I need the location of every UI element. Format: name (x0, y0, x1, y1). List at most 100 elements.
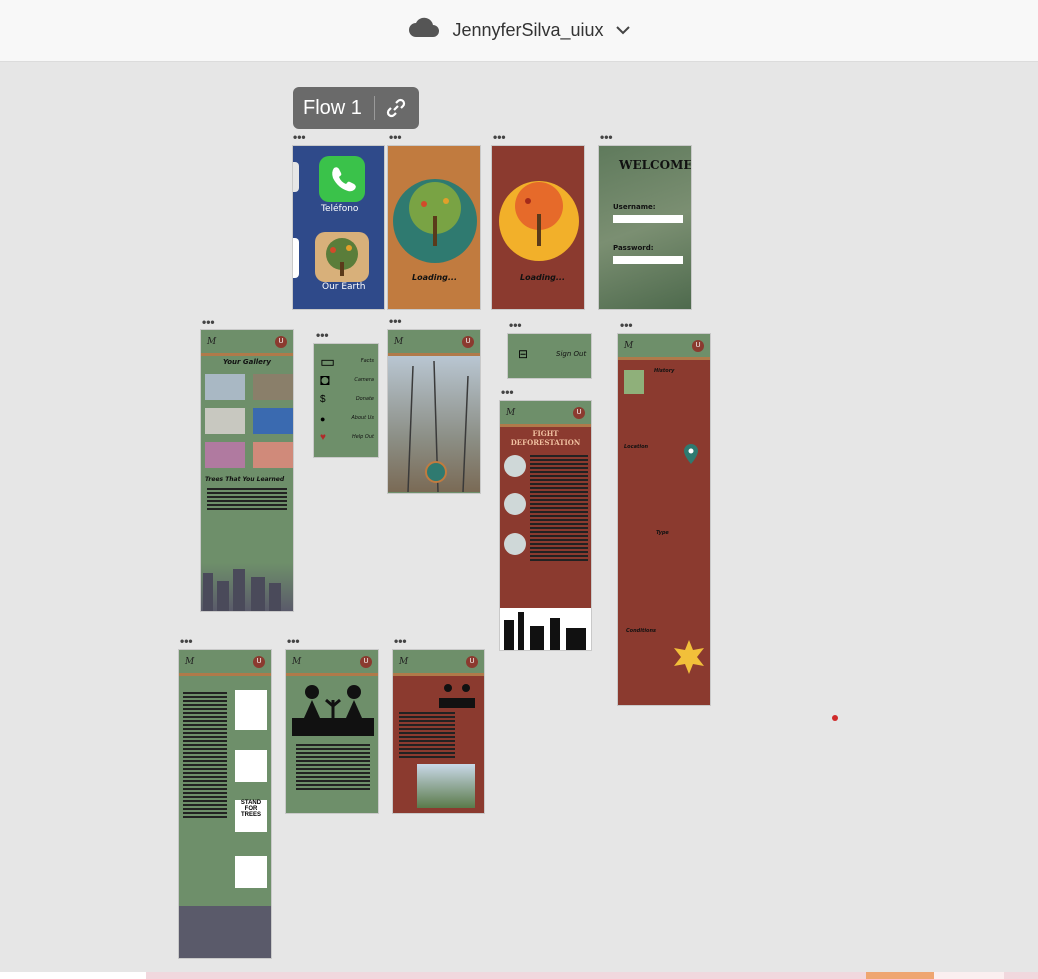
artboard-signout[interactable]: ⊟ Sign Out (507, 333, 592, 379)
cloud-icon (408, 17, 440, 44)
placeholder-text (296, 742, 370, 792)
gallery-photo[interactable] (253, 442, 293, 468)
flow-chip[interactable]: Flow 1 (293, 87, 419, 129)
chevron-down-icon[interactable] (615, 22, 630, 40)
fact-icon (504, 455, 526, 477)
artboard-menu[interactable]: ▭ Facts ◘ Camera $ Donate ● About Us ♥ Help O… (313, 343, 379, 458)
menu-item-about[interactable]: ● About Us (320, 409, 374, 428)
artboard-gallery[interactable]: MU Your Gallery Trees That You Learned (200, 329, 294, 612)
fact-icon (504, 533, 526, 555)
app-label-phone: Teléfono (321, 204, 359, 214)
artboard-camera[interactable]: MU (387, 329, 481, 494)
gallery-photo[interactable] (205, 408, 245, 434)
artboard-menu-icon[interactable]: ••• (287, 635, 300, 647)
city-skyline-footer (179, 906, 271, 958)
artboard-menu-icon[interactable]: ••• (509, 319, 522, 331)
app-label-our-earth: Our Earth (322, 282, 366, 292)
skyline-footer (500, 608, 591, 650)
placeholder-text (530, 453, 588, 563)
artboard-about[interactable]: MU (285, 649, 379, 814)
deforestation-title: FIGHT DEFORESTATION (510, 429, 581, 447)
password-input[interactable] (613, 256, 683, 264)
facts-icon: ▭ (320, 353, 336, 371)
flow-label[interactable]: Flow 1 (293, 97, 374, 120)
app-header: MU (388, 330, 480, 356)
menu-list: ▭ Facts ◘ Camera $ Donate ● About Us ♥ Help O… (314, 344, 378, 447)
welcome-title: WELCOME (619, 158, 692, 172)
app-header: MU (500, 401, 591, 427)
app-header: MU (179, 650, 271, 676)
stand-for-trees-logo[interactable]: STAND FOR TREES (235, 800, 267, 832)
app-header: MU (618, 334, 710, 360)
gallery-photo[interactable] (253, 408, 293, 434)
park-photo[interactable] (417, 764, 475, 808)
gallery-title: Your Gallery (223, 358, 271, 366)
artboard-loading-2[interactable]: Loading... (491, 145, 585, 310)
artboard-loading-1[interactable]: Loading... (387, 145, 481, 310)
artboard-menu-icon[interactable]: ••• (316, 329, 329, 341)
artboard-menu-icon[interactable]: ••• (501, 386, 514, 398)
artboard-menu-icon[interactable]: ••• (180, 635, 193, 647)
charity-logo[interactable] (235, 690, 267, 730)
camera-icon: ◘ (320, 371, 330, 389)
partial-app-icon (293, 238, 299, 278)
bottom-segment (0, 972, 146, 979)
loading-text: Loading... (412, 273, 457, 282)
charity-logo[interactable] (235, 750, 267, 782)
username-label: Username: (613, 203, 656, 211)
username-input[interactable] (613, 215, 683, 223)
menu-item-camera[interactable]: ◘ Camera (320, 371, 374, 390)
partial-app-icon (293, 162, 299, 192)
menu-item-help[interactable]: ♥ Help Out (320, 428, 374, 447)
gallery-section-title: Trees That You Learned (205, 476, 285, 483)
app-header: MU (201, 330, 293, 356)
section-conditions: Conditions (626, 628, 657, 634)
map-pin-icon (684, 444, 698, 469)
charity-logo[interactable] (235, 856, 267, 888)
artboard-menu-icon[interactable]: ••• (600, 131, 613, 143)
gallery-grid (201, 366, 293, 476)
artboard-menu-icon[interactable]: ••• (202, 316, 215, 328)
cursor-dot (832, 715, 838, 721)
password-label: Password: (613, 244, 654, 252)
account-name[interactable]: JennyferSilva_uiux (452, 20, 603, 41)
bottom-segment (934, 972, 1004, 979)
menu-item-facts[interactable]: ▭ Facts (320, 352, 374, 371)
artboard-menu-icon[interactable]: ••• (493, 131, 506, 143)
camera-viewfinder (388, 356, 480, 493)
artboard-deforestation[interactable]: MU FIGHT DEFORESTATION (499, 400, 592, 651)
app-header: MU (393, 650, 484, 676)
signout-label[interactable]: Sign Out (556, 351, 586, 358)
info-icon: ● (320, 413, 326, 424)
our-earth-app-icon[interactable] (315, 232, 369, 282)
city-skyline-footer (201, 563, 293, 611)
phone-app-icon[interactable] (319, 156, 365, 202)
gallery-photo[interactable] (205, 374, 245, 400)
artboard-menu-icon[interactable]: ••• (394, 635, 407, 647)
artboard-menu-icon[interactable]: ••• (389, 131, 402, 143)
artboard-charity[interactable]: MU STAND FOR TREES (178, 649, 272, 959)
tree-logo-icon (393, 179, 477, 263)
artboard-menu-icon[interactable]: ••• (389, 315, 402, 327)
app-header: MU (286, 650, 378, 676)
gallery-photo[interactable] (205, 442, 245, 468)
fact-icon (504, 493, 526, 515)
bottom-strip (0, 972, 1038, 979)
artboard-menu-icon[interactable]: ••• (293, 131, 306, 143)
book-icon (624, 370, 644, 394)
placeholder-text (201, 483, 293, 515)
artboard-menu-icon[interactable]: ••• (620, 319, 633, 331)
dollar-icon: $ (320, 394, 326, 405)
artboard-map-facts[interactable]: MU History Location Type Conditions (617, 333, 711, 706)
link-icon[interactable] (375, 97, 417, 119)
artboard-about-rust[interactable]: MU (392, 649, 485, 814)
gallery-photo[interactable] (253, 374, 293, 400)
menu-item-donate[interactable]: $ Donate (320, 390, 374, 409)
top-bar: JennyferSilva_uiux (0, 0, 1038, 62)
placeholder-text (399, 710, 455, 760)
loading-text: Loading... (520, 273, 565, 282)
artboard-home-screen[interactable]: Teléfono Our Earth (292, 145, 385, 310)
heart-icon: ♥ (320, 432, 326, 443)
artboard-login[interactable]: WELCOME Username: Password: (598, 145, 692, 310)
placeholder-text (183, 690, 227, 820)
